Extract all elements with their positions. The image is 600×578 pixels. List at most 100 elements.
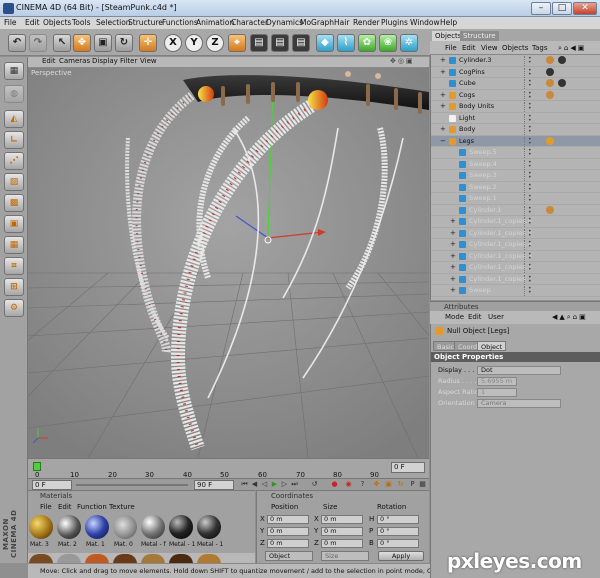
viewport-nav-icons[interactable]: ✥◎▣ (390, 57, 415, 65)
size-z-field[interactable]: 0 m (321, 539, 363, 548)
key-selection-icon[interactable]: ? (358, 480, 367, 489)
texture-tag-icon[interactable] (546, 136, 554, 145)
position-y-field[interactable]: 0 m (267, 527, 309, 536)
attr-menu-mode[interactable]: Mode (445, 313, 464, 321)
z-axis-lock-button[interactable]: Z (206, 34, 224, 52)
expand-toggle-icon[interactable] (440, 80, 447, 87)
texture-tag-icon[interactable] (546, 79, 554, 87)
undo-icon[interactable]: ↶ (8, 34, 26, 52)
object-row[interactable]: + Cylinder.1_copies.5 • • (431, 228, 600, 239)
object-name[interactable]: Cylinder.1 (469, 206, 502, 214)
size-x-field[interactable]: 0 m (321, 515, 363, 524)
expand-toggle-icon[interactable] (450, 184, 457, 191)
tweak-mode-icon[interactable]: ⊞ (4, 278, 24, 296)
object-row[interactable]: Sweep.1 • • (431, 193, 600, 205)
texture-tag-icon[interactable] (546, 67, 554, 76)
object-name[interactable]: Cylinder.1_copies (469, 275, 526, 283)
object-row[interactable]: + Cogs • • (431, 90, 600, 101)
expand-toggle-icon[interactable] (450, 161, 457, 168)
expand-toggle-icon[interactable]: + (450, 275, 457, 283)
use-model-tool-icon[interactable]: ◭ (4, 110, 24, 128)
visibility-dots-icon[interactable]: • • (528, 136, 532, 146)
menu-render[interactable]: Render (353, 18, 380, 27)
array-icon[interactable]: ❀ (379, 34, 397, 52)
texture-tag-icon[interactable] (546, 205, 554, 214)
visibility-dots-icon[interactable]: • • (528, 240, 532, 250)
object-menu-edit[interactable]: Edit (462, 44, 476, 52)
object-name[interactable]: Sweep.5 (469, 148, 497, 156)
expand-toggle-icon[interactable]: + (450, 252, 457, 260)
attr-menu-edit[interactable]: Edit (468, 313, 482, 321)
render-settings-icon[interactable]: ▤ (292, 34, 310, 52)
range-slider[interactable] (76, 484, 188, 486)
object-name[interactable]: Sweep (469, 286, 491, 294)
object-name[interactable]: Sweep.4 (469, 160, 497, 168)
object-row[interactable]: + Cylinder.1_copies.3 • • (431, 251, 600, 262)
expand-toggle-icon[interactable] (450, 195, 457, 202)
material-swatch[interactable] (29, 515, 53, 539)
rotate-tool-icon[interactable]: ↻ (115, 34, 133, 52)
current-frame-field[interactable]: 0 F (391, 462, 425, 473)
tab-object[interactable]: Object (477, 341, 507, 351)
object-name[interactable]: Cogs (459, 91, 475, 99)
visibility-dots-icon[interactable]: • • (528, 286, 532, 296)
menu-structure[interactable]: Structure (128, 18, 163, 27)
material-swatch[interactable] (57, 515, 81, 539)
autokey-icon[interactable]: ◉ (344, 480, 353, 489)
spline-pen-icon[interactable]: ⌇ (337, 34, 355, 52)
play-forward-icon[interactable]: ▶ (270, 480, 279, 489)
object-row[interactable]: Sweep.3 • • (431, 170, 600, 182)
y-axis-lock-button[interactable]: Y (185, 34, 203, 52)
visibility-dots-icon[interactable]: • • (528, 148, 532, 158)
nurbs-icon[interactable]: ✿ (358, 34, 376, 52)
menu-help[interactable]: Help (440, 18, 457, 27)
object-row[interactable]: + Body • • (431, 124, 600, 136)
object-name[interactable]: Sweep.3 (469, 171, 497, 179)
menu-functions[interactable]: Functions (162, 18, 198, 27)
rotation-h-field[interactable]: 0 ° (377, 515, 419, 524)
key-pla-icon[interactable]: ▦ (418, 480, 427, 489)
expand-toggle-icon[interactable]: + (450, 264, 457, 271)
visibility-dots-icon[interactable]: • • (528, 125, 532, 135)
menu-plugins[interactable]: Plugins (381, 18, 408, 27)
goto-end-icon[interactable]: ⏭ (290, 480, 299, 489)
object-name[interactable]: Legs (459, 137, 474, 145)
object-row[interactable]: Cube • • (431, 78, 600, 90)
expand-toggle-icon[interactable]: − (440, 137, 447, 145)
object-name[interactable]: Cylinder.1_copies.3 (469, 252, 532, 260)
deformer-icon[interactable]: ✲ (400, 34, 418, 52)
object-row[interactable]: Sweep.5 • • (431, 147, 600, 159)
material-swatch[interactable] (169, 515, 193, 539)
object-row[interactable]: + Cylinder.1_copies.4 • • (431, 239, 600, 251)
maximize-button[interactable]: □ (552, 2, 572, 15)
visibility-dots-icon[interactable]: • • (528, 56, 532, 66)
object-row[interactable]: − Legs • • (431, 135, 600, 147)
redo-icon[interactable]: ↷ (29, 34, 47, 52)
visibility-dots-icon[interactable]: • • (528, 113, 532, 123)
make-editable-icon[interactable]: ▦ (4, 62, 24, 80)
visibility-dots-icon[interactable]: • • (528, 228, 532, 238)
orientation-dropdown[interactable]: Camera (477, 399, 561, 408)
render-picture-viewer-icon[interactable]: ▤ (271, 34, 289, 52)
object-name[interactable]: Cube (459, 79, 476, 87)
material-menu-function[interactable]: Function (77, 503, 107, 511)
expand-toggle-icon[interactable]: + (450, 241, 457, 248)
object-name[interactable]: Cylinder.1_copies.2 (469, 263, 532, 271)
menu-animation[interactable]: Animation (196, 18, 234, 27)
playhead[interactable] (33, 462, 41, 471)
expand-toggle-icon[interactable] (440, 115, 447, 122)
menu-file[interactable]: File (4, 18, 17, 27)
size-mode-dropdown[interactable]: Size (321, 551, 369, 561)
object-row[interactable]: + CogPins • • (431, 67, 600, 78)
size-y-field[interactable]: 0 m (321, 527, 363, 536)
live-selection-icon[interactable]: ↖ (53, 34, 71, 52)
expand-toggle-icon[interactable] (450, 172, 457, 179)
object-name[interactable]: Body (459, 125, 475, 133)
viewport-menu-edit[interactable]: Edit (42, 57, 56, 65)
uv-points-icon[interactable]: ▣ (4, 215, 24, 233)
menu-mograph[interactable]: MoGraph (300, 18, 334, 27)
texture-tool-icon[interactable]: ◍ (4, 85, 24, 103)
expand-toggle-icon[interactable]: + (440, 91, 447, 99)
timeline[interactable]: 0 10 20 30 40 50 60 70 80 90 0 F (28, 458, 429, 479)
prev-key-icon[interactable]: ◀ (250, 480, 259, 489)
